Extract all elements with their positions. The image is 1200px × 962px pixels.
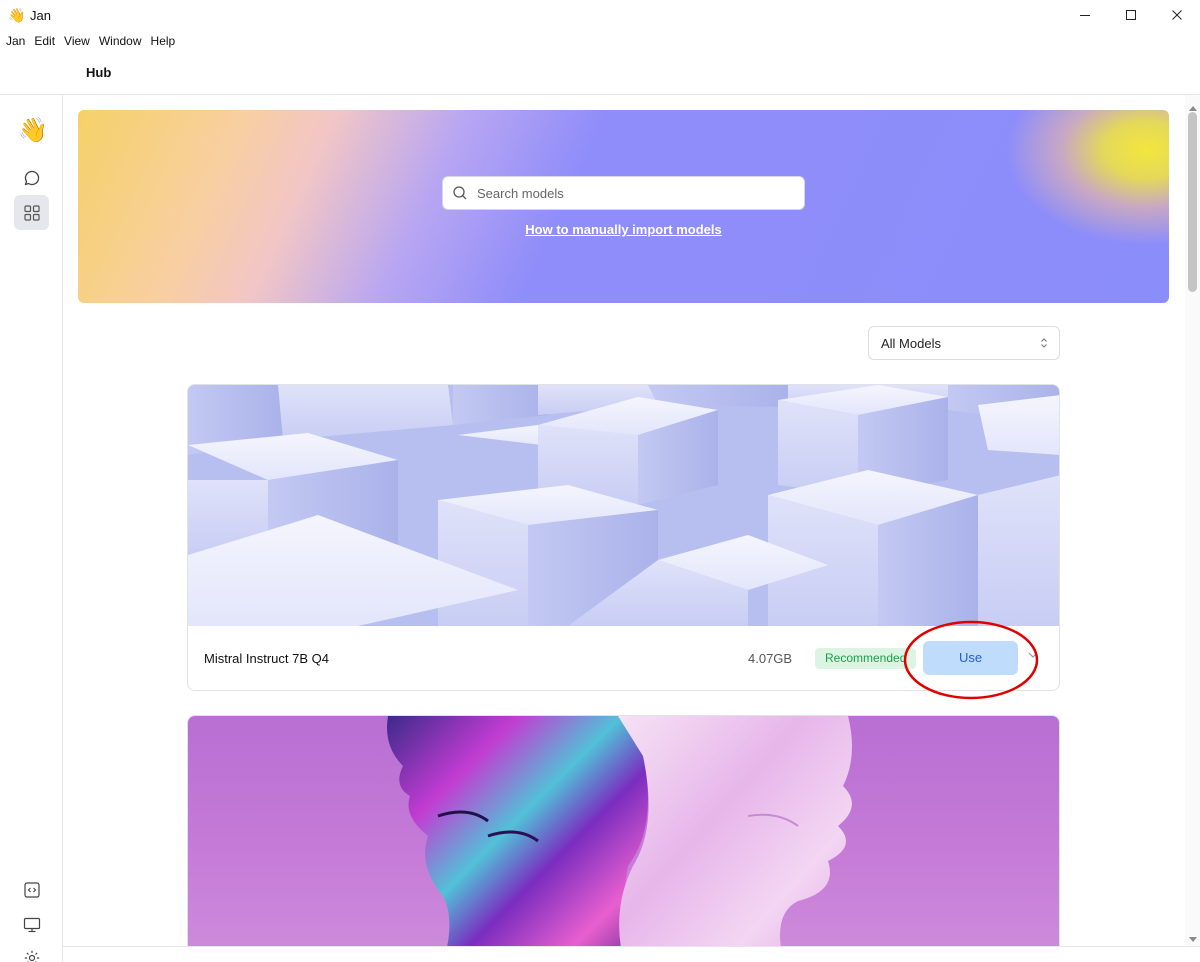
menu-bar: Jan Edit View Window Help xyxy=(0,30,1200,52)
select-updown-icon xyxy=(1029,337,1059,349)
app-logo-icon: 👋 xyxy=(8,6,26,23)
title-bar: 👋 Jan xyxy=(0,0,1200,30)
scroll-thumb[interactable] xyxy=(1188,112,1197,292)
search-icon xyxy=(443,185,477,201)
model-cover-image xyxy=(188,385,1059,626)
menu-window[interactable]: Window xyxy=(99,34,142,48)
chat-icon xyxy=(24,170,39,185)
nav-local-api-button[interactable] xyxy=(14,872,49,907)
close-icon xyxy=(1172,10,1182,20)
search-models-box[interactable] xyxy=(442,176,805,210)
settings-gear-icon xyxy=(24,950,39,962)
recommended-badge: Recommended xyxy=(815,648,917,669)
model-card xyxy=(187,715,1060,946)
window-title: Jan xyxy=(30,7,51,23)
window-controls xyxy=(1062,0,1200,30)
model-cover-image xyxy=(188,716,1059,946)
status-bar xyxy=(63,946,1200,962)
search-models-input[interactable] xyxy=(477,185,777,201)
menu-help[interactable]: Help xyxy=(151,34,176,48)
highlight-annotation-circle xyxy=(903,620,1039,700)
model-filter-value: All Models xyxy=(881,335,941,351)
main-scrollbar[interactable] xyxy=(1185,95,1200,946)
manual-import-link[interactable]: How to manually import models xyxy=(78,222,1169,237)
page-header: Hub xyxy=(0,52,1200,95)
model-name: Mistral Instruct 7B Q4 xyxy=(204,651,329,666)
hub-hero-banner: How to manually import models xyxy=(78,110,1169,303)
scroll-down-arrow-icon[interactable] xyxy=(1189,931,1197,946)
menu-edit[interactable]: Edit xyxy=(34,34,55,48)
page-title: Hub xyxy=(86,65,112,80)
hub-main-content: How to manually import models All Models xyxy=(63,95,1185,946)
monitor-icon xyxy=(23,917,40,932)
api-server-icon xyxy=(23,881,40,898)
nav-hub-button[interactable] xyxy=(14,195,49,230)
hub-grid-icon xyxy=(23,204,40,221)
maximize-button[interactable] xyxy=(1108,0,1154,30)
model-filter-select[interactable]: All Models xyxy=(868,326,1060,360)
close-button[interactable] xyxy=(1154,0,1200,30)
minimize-icon xyxy=(1080,15,1090,16)
model-size: 4.07GB xyxy=(748,651,793,666)
menu-view[interactable]: View xyxy=(64,34,90,48)
nav-chat-button[interactable] xyxy=(14,160,49,195)
nav-system-monitor-button[interactable] xyxy=(14,907,49,942)
left-sidebar: 👋 xyxy=(0,95,63,962)
menu-jan[interactable]: Jan xyxy=(6,34,25,48)
jan-logo-icon: 👋 xyxy=(18,117,48,144)
nav-settings-button[interactable] xyxy=(14,940,49,962)
maximize-icon xyxy=(1126,10,1136,20)
minimize-button[interactable] xyxy=(1062,0,1108,30)
